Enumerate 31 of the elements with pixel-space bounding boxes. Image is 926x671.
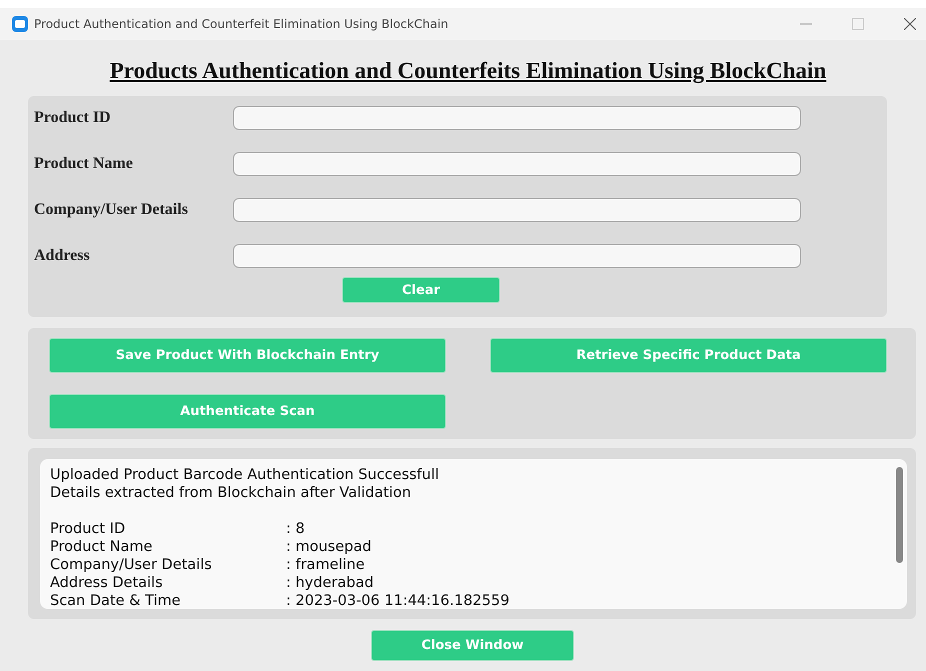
output-line: Uploaded Product Barcode Authentication Successfull (50, 466, 440, 484)
field-label: Company/User Details (34, 201, 189, 219)
field-label: Address (34, 247, 91, 265)
input-field[interactable] (233, 152, 801, 176)
detail-label: Product Name (50, 538, 154, 556)
clear-button[interactable]: Clear (342, 277, 500, 303)
input-field[interactable] (233, 198, 801, 222)
detail-value: : hyderabad (286, 574, 374, 592)
page-heading: Products Authentication and Counterfeits Elimination Using BlockChain (108, 57, 828, 86)
close-icon[interactable] (904, 18, 916, 30)
window-title: Product Authentication and Counterfeit Elimination Using BlockChain (34, 17, 450, 31)
detail-label: Company/User Details (50, 556, 213, 574)
maximize-icon[interactable] (852, 18, 864, 30)
app-icon (12, 16, 28, 32)
input-field[interactable] (233, 106, 801, 130)
input-field[interactable] (233, 244, 801, 268)
detail-value: : 2023-03-06 11:44:16.182559 (286, 592, 510, 609)
action-button[interactable]: Save Product With Blockchain Entry (49, 338, 446, 373)
detail-label: Scan Date & Time (50, 592, 182, 609)
field-label: Product ID (34, 109, 112, 127)
close-window-button[interactable]: Close Window (371, 630, 574, 661)
detail-label: Product ID (50, 520, 126, 538)
detail-value: : frameline (286, 556, 365, 574)
action-button[interactable]: Authenticate Scan (49, 394, 446, 429)
detail-value: : mousepad (286, 538, 372, 556)
action-button[interactable]: Retrieve Specific Product Data (490, 338, 887, 373)
field-label: Product Name (34, 155, 134, 173)
scrollbar[interactable] (896, 467, 903, 563)
output-line: Details extracted from Blockchain after Validation (50, 484, 412, 502)
detail-value: : 8 (286, 520, 305, 538)
detail-label: Address Details (50, 574, 164, 592)
